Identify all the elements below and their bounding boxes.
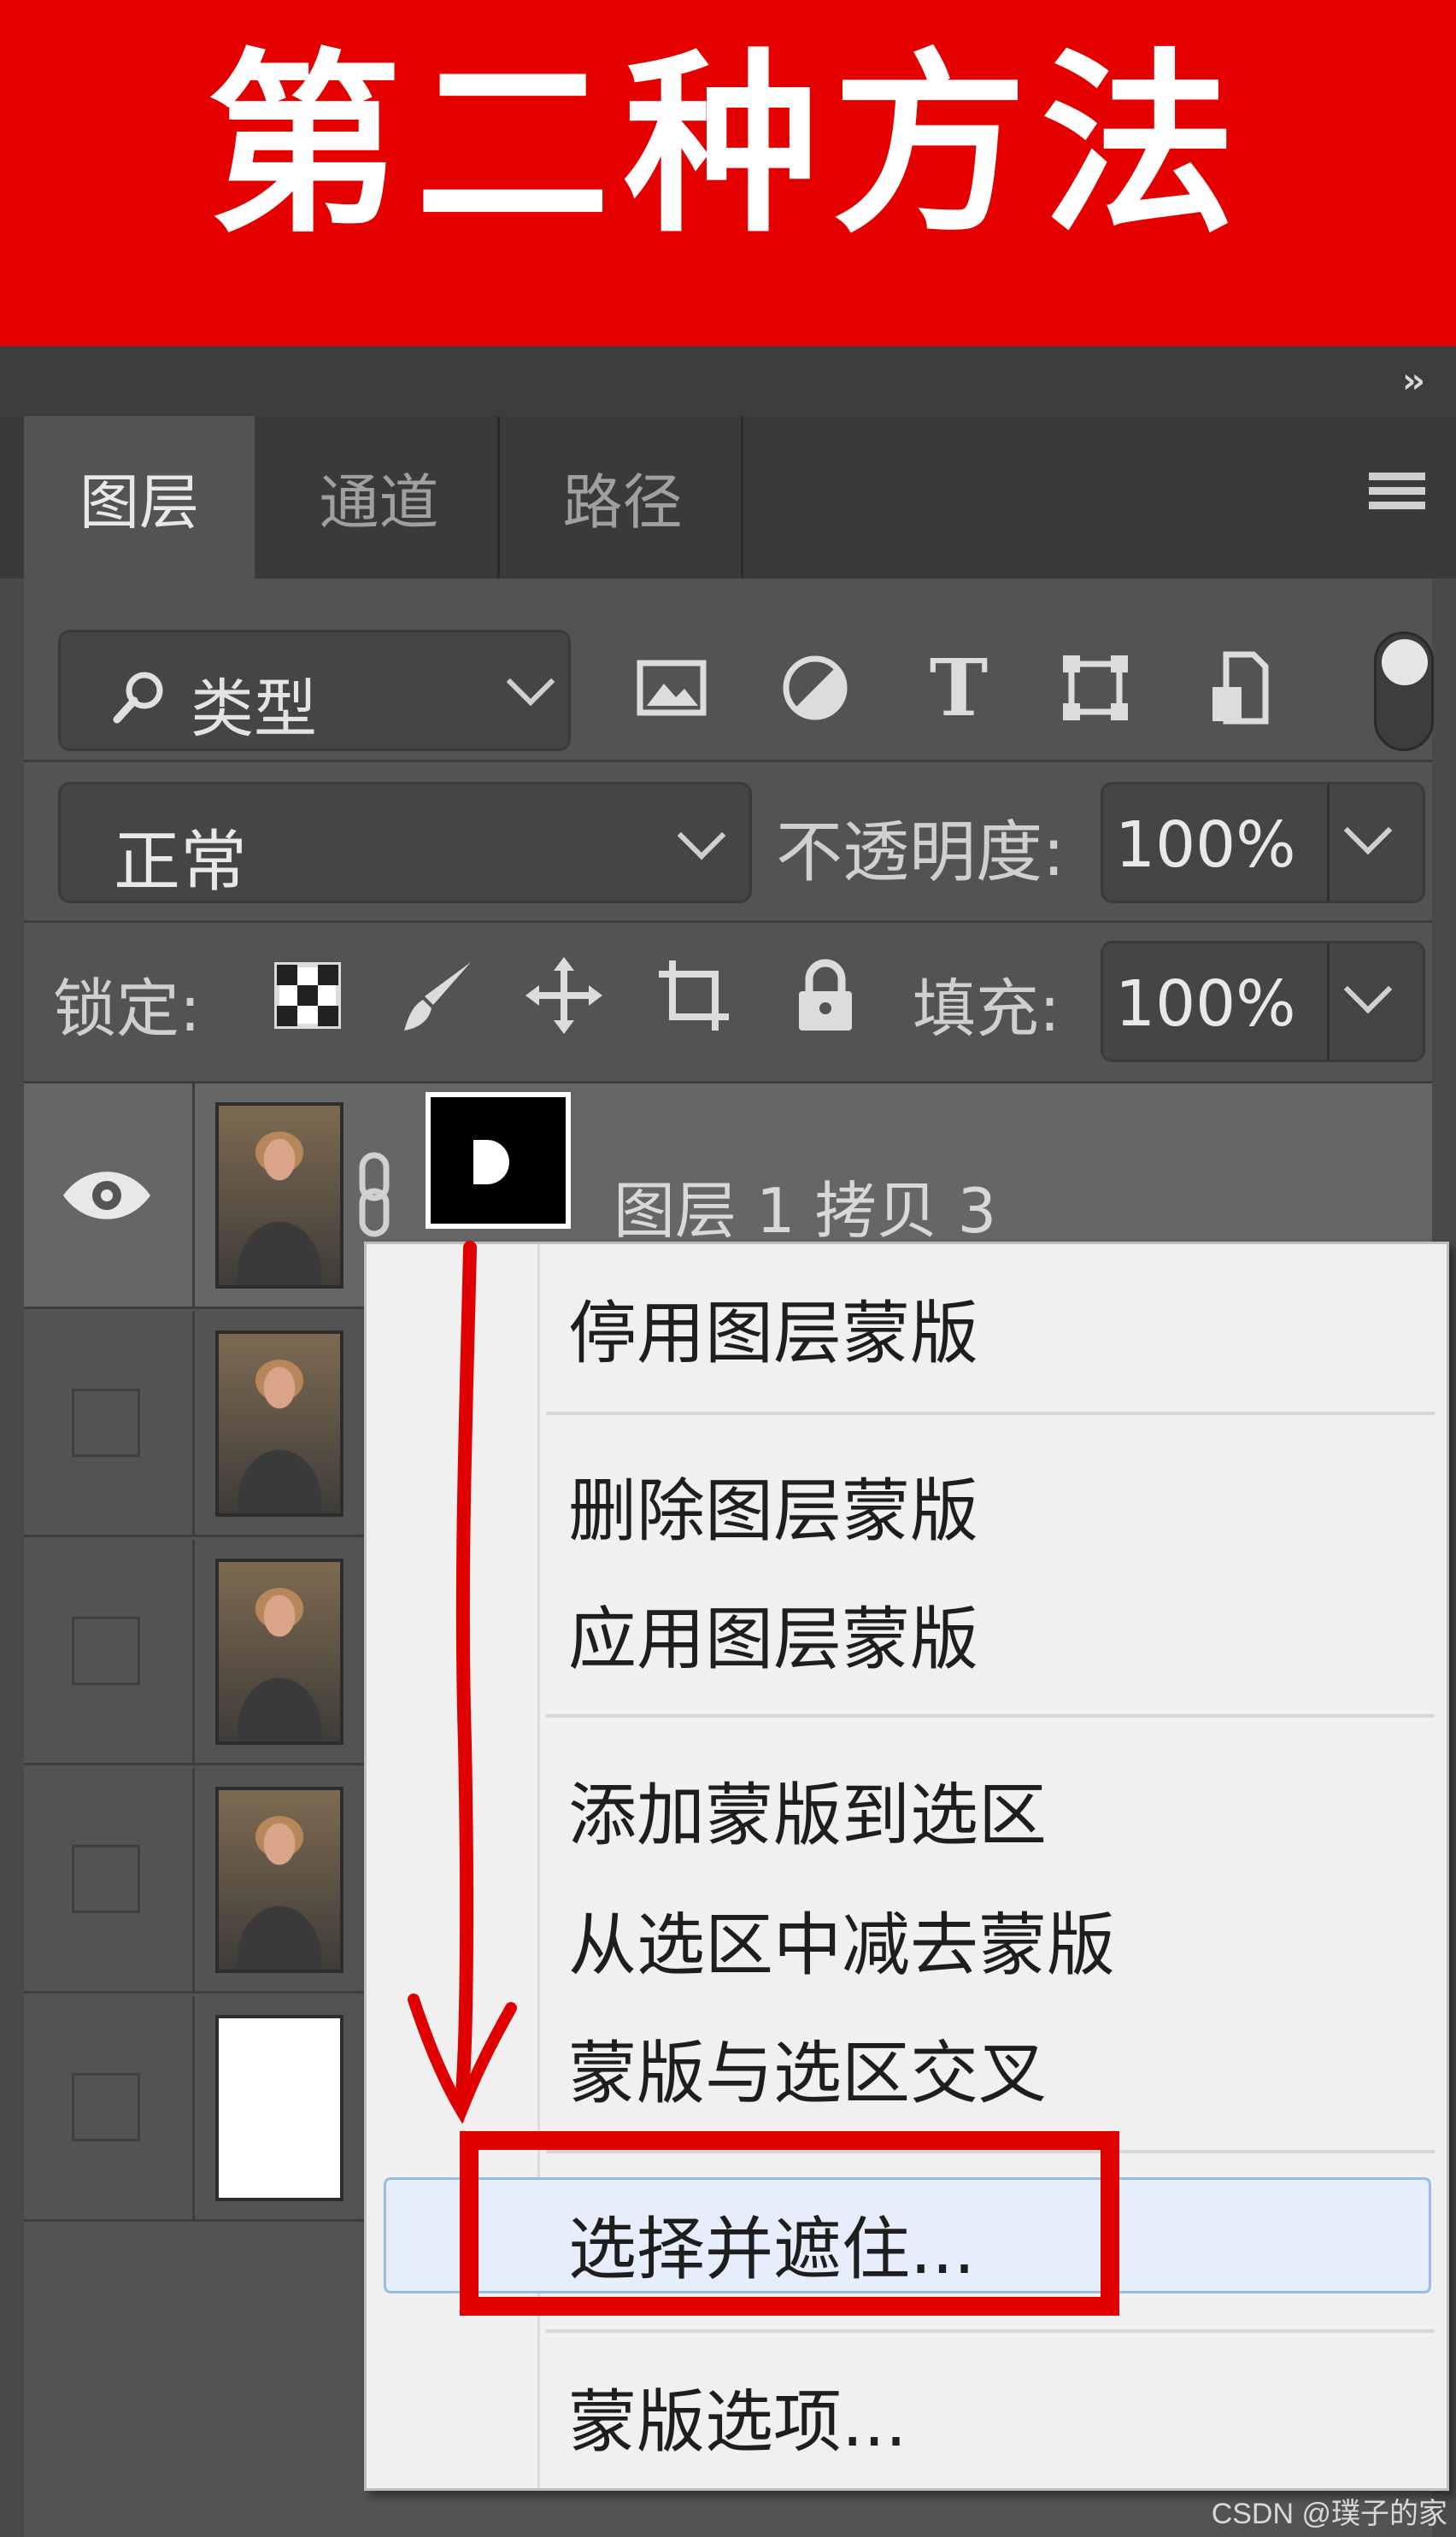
tab-channels[interactable]: 通道 bbox=[261, 416, 500, 578]
photo-thumbnail-image bbox=[219, 1334, 340, 1513]
chevron-down-icon[interactable] bbox=[1343, 806, 1393, 855]
adjustment-filter-icon[interactable] bbox=[774, 647, 856, 729]
menu-item-intersect-mask-with-selection[interactable]: 蒙版与选区交叉 bbox=[568, 2018, 1047, 2117]
menu-separator bbox=[546, 1714, 1435, 1718]
chevron-down-icon bbox=[506, 657, 555, 707]
visibility-toggle[interactable] bbox=[72, 1389, 140, 1457]
banner-title: 第二种方法 bbox=[207, 32, 1249, 259]
lock-label: 锁定: bbox=[53, 972, 201, 1046]
mask-link-icon[interactable] bbox=[357, 1152, 391, 1237]
filter-toggle[interactable] bbox=[1374, 631, 1434, 751]
lock-image-pixels-icon[interactable] bbox=[396, 954, 478, 1037]
filter-kind-label: 类型 bbox=[191, 672, 317, 746]
smart-object-filter-icon[interactable] bbox=[1198, 647, 1280, 729]
menu-item-subtract-mask-from-selection[interactable]: 从选区中减去蒙版 bbox=[568, 1890, 1115, 1989]
lock-transparent-pixels-icon[interactable] bbox=[267, 954, 349, 1037]
visibility-toggle[interactable] bbox=[72, 1617, 140, 1685]
layer-name[interactable]: 图层 1 拷贝 3 bbox=[614, 1160, 996, 1250]
visibility-column bbox=[24, 1996, 195, 2219]
lock-all-icon[interactable] bbox=[784, 954, 866, 1037]
visibility-column bbox=[24, 1540, 195, 1763]
chevron-down-icon[interactable] bbox=[1343, 965, 1393, 1014]
lock-position-icon[interactable] bbox=[523, 954, 605, 1037]
blend-mode-value: 正常 bbox=[114, 824, 248, 901]
menu-item-delete-layer-mask[interactable]: 删除图层蒙版 bbox=[568, 1456, 978, 1555]
visibility-toggle[interactable] bbox=[72, 2073, 140, 2141]
photo-thumbnail-image bbox=[219, 1562, 340, 1741]
fill-label: 填充: bbox=[913, 972, 1060, 1046]
annotation-arrow bbox=[408, 1241, 517, 2124]
mask-shape bbox=[473, 1140, 509, 1184]
fill-value: 100% bbox=[1115, 967, 1296, 1041]
tab-layers[interactable]: 图层 bbox=[24, 416, 255, 578]
menu-item-apply-layer-mask[interactable]: 应用图层蒙版 bbox=[568, 1584, 978, 1683]
lock-artboard-icon[interactable] bbox=[653, 954, 735, 1037]
screenshot: 第二种方法 ›› 图层 通道 路径 类型 T 正常 不透明度: 100% 锁定:… bbox=[0, 0, 1456, 2537]
type-filter-icon[interactable]: T bbox=[918, 642, 1000, 734]
opacity-field[interactable]: 100% bbox=[1101, 782, 1425, 903]
menu-item-mask-options[interactable]: 蒙版选项... bbox=[568, 2367, 907, 2466]
photo-thumbnail-image bbox=[219, 1790, 340, 1970]
annotation-highlight-box bbox=[460, 2131, 1119, 2316]
divider bbox=[1327, 784, 1330, 901]
divider bbox=[1327, 943, 1330, 1060]
filter-toggle-knob bbox=[1382, 639, 1428, 685]
divider bbox=[24, 760, 1432, 762]
panel-tab-bar: 图层 通道 路径 bbox=[0, 416, 1456, 578]
opacity-value: 100% bbox=[1115, 808, 1296, 882]
menu-item-disable-layer-mask[interactable]: 停用图层蒙版 bbox=[568, 1278, 978, 1377]
fill-field[interactable]: 100% bbox=[1101, 941, 1425, 1062]
layer-thumbnail[interactable] bbox=[215, 1102, 343, 1289]
menu-item-add-mask-to-selection[interactable]: 添加蒙版到选区 bbox=[568, 1760, 1047, 1859]
search-icon bbox=[113, 672, 163, 724]
tab-paths[interactable]: 路径 bbox=[504, 416, 743, 578]
filter-kind-select[interactable]: 类型 bbox=[58, 630, 571, 751]
layer-thumbnail[interactable] bbox=[215, 1787, 343, 1973]
opacity-label: 不透明度: bbox=[776, 814, 1066, 891]
visibility-column bbox=[24, 1768, 195, 1991]
visibility-column bbox=[24, 1084, 195, 1307]
menu-separator bbox=[546, 1412, 1435, 1415]
photo-thumbnail-image bbox=[219, 1106, 340, 1285]
collapse-panel-icon[interactable]: ›› bbox=[1402, 361, 1425, 401]
layer-thumbnail[interactable] bbox=[215, 1559, 343, 1745]
layer-thumbnail[interactable] bbox=[215, 1330, 343, 1517]
title-banner: 第二种方法 bbox=[0, 0, 1456, 346]
panel-menu-icon[interactable] bbox=[1369, 473, 1425, 519]
divider bbox=[24, 920, 1432, 923]
panel-header-strip: ›› bbox=[0, 346, 1456, 416]
layer-thumbnail[interactable] bbox=[215, 2015, 343, 2201]
layer-mask-thumbnail[interactable] bbox=[426, 1092, 571, 1229]
watermark: CSDN @璞子的家 bbox=[1211, 2498, 1447, 2530]
blank-thumbnail-image bbox=[219, 2018, 340, 2198]
image-filter-icon[interactable] bbox=[631, 647, 713, 729]
blend-mode-select[interactable]: 正常 bbox=[58, 782, 752, 903]
eye-icon[interactable] bbox=[60, 1167, 154, 1224]
chevron-down-icon bbox=[677, 811, 726, 860]
menu-separator bbox=[546, 2329, 1435, 2333]
shape-filter-icon[interactable] bbox=[1054, 647, 1136, 729]
visibility-toggle[interactable] bbox=[72, 1845, 140, 1913]
visibility-column bbox=[24, 1312, 195, 1535]
